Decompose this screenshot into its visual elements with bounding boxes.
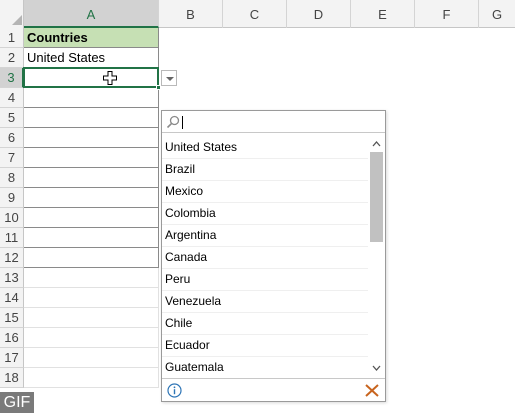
row-header-9[interactable]: 9 [0,188,24,208]
cell-dropdown-arrow-button[interactable] [161,70,177,86]
row-header-2[interactable]: 2 [0,48,24,68]
dropdown-list-popup: United States Brazil Mexico Colombia Arg… [161,110,386,402]
dropdown-list: United States Brazil Mexico Colombia Arg… [162,137,368,377]
plus-cursor-icon [103,71,117,85]
list-item[interactable]: Colombia [162,203,368,225]
row-header-16[interactable]: 16 [0,328,24,348]
cell-a8[interactable] [24,168,159,188]
column-header-f[interactable]: F [415,0,479,28]
gif-badge: GIF [0,392,34,413]
row-header-6[interactable]: 6 [0,128,24,148]
cell-a2[interactable]: United States [24,48,159,68]
list-item[interactable]: Argentina [162,225,368,247]
cell-a9[interactable] [24,188,159,208]
scroll-down-arrow-icon[interactable] [370,362,383,374]
list-item[interactable]: United States [162,137,368,159]
row-header-14[interactable]: 14 [0,288,24,308]
search-bar[interactable] [162,111,385,133]
row-header-8[interactable]: 8 [0,168,24,188]
row-header-18[interactable]: 18 [0,368,24,388]
cell-a1[interactable]: Countries [24,28,159,48]
list-item[interactable]: Guatemala [162,357,368,377]
cell-a6[interactable] [24,128,159,148]
cell-a18[interactable] [24,368,159,388]
column-header-d[interactable]: D [287,0,351,28]
cell-a4[interactable] [24,88,159,108]
list-item[interactable]: Canada [162,247,368,269]
list-item[interactable]: Mexico [162,181,368,203]
row-header-17[interactable]: 17 [0,348,24,368]
list-item[interactable]: Ecuador [162,335,368,357]
list-item[interactable]: Peru [162,269,368,291]
search-input-caret [182,116,183,129]
column-header-c[interactable]: C [223,0,287,28]
cell-a14[interactable] [24,288,159,308]
row-header-11[interactable]: 11 [0,228,24,248]
cell-a13[interactable] [24,268,159,288]
list-item[interactable]: Chile [162,313,368,335]
cell-a17[interactable] [24,348,159,368]
cell-a12[interactable] [24,248,159,268]
popup-footer [162,378,385,401]
row-header-12[interactable]: 12 [0,248,24,268]
row-header-7[interactable]: 7 [0,148,24,168]
scrollbar-thumb[interactable] [370,152,383,242]
select-all-triangle [12,15,22,25]
cell-a5[interactable] [24,108,159,128]
row-header-1[interactable]: 1 [0,28,24,48]
info-icon[interactable] [167,383,182,398]
list-item[interactable]: Brazil [162,159,368,181]
column-header-e[interactable]: E [351,0,415,28]
row-header-3[interactable]: 3 [0,68,24,88]
row-header-10[interactable]: 10 [0,208,24,228]
column-header-a[interactable]: A [24,0,159,28]
row-header-15[interactable]: 15 [0,308,24,328]
magnifier-icon [166,115,180,129]
cell-a15[interactable] [24,308,159,328]
clear-x-icon[interactable] [364,383,380,398]
cell-a7[interactable] [24,148,159,168]
row-header-13[interactable]: 13 [0,268,24,288]
active-cell-border [23,67,159,88]
cell-a16[interactable] [24,328,159,348]
list-item[interactable]: Venezuela [162,291,368,313]
cell-a10[interactable] [24,208,159,228]
column-header-g[interactable]: G [479,0,515,28]
row-header-5[interactable]: 5 [0,108,24,128]
scroll-up-arrow-icon[interactable] [370,138,383,150]
row-header-4[interactable]: 4 [0,88,24,108]
column-header-b[interactable]: B [159,0,223,28]
cell-a11[interactable] [24,228,159,248]
